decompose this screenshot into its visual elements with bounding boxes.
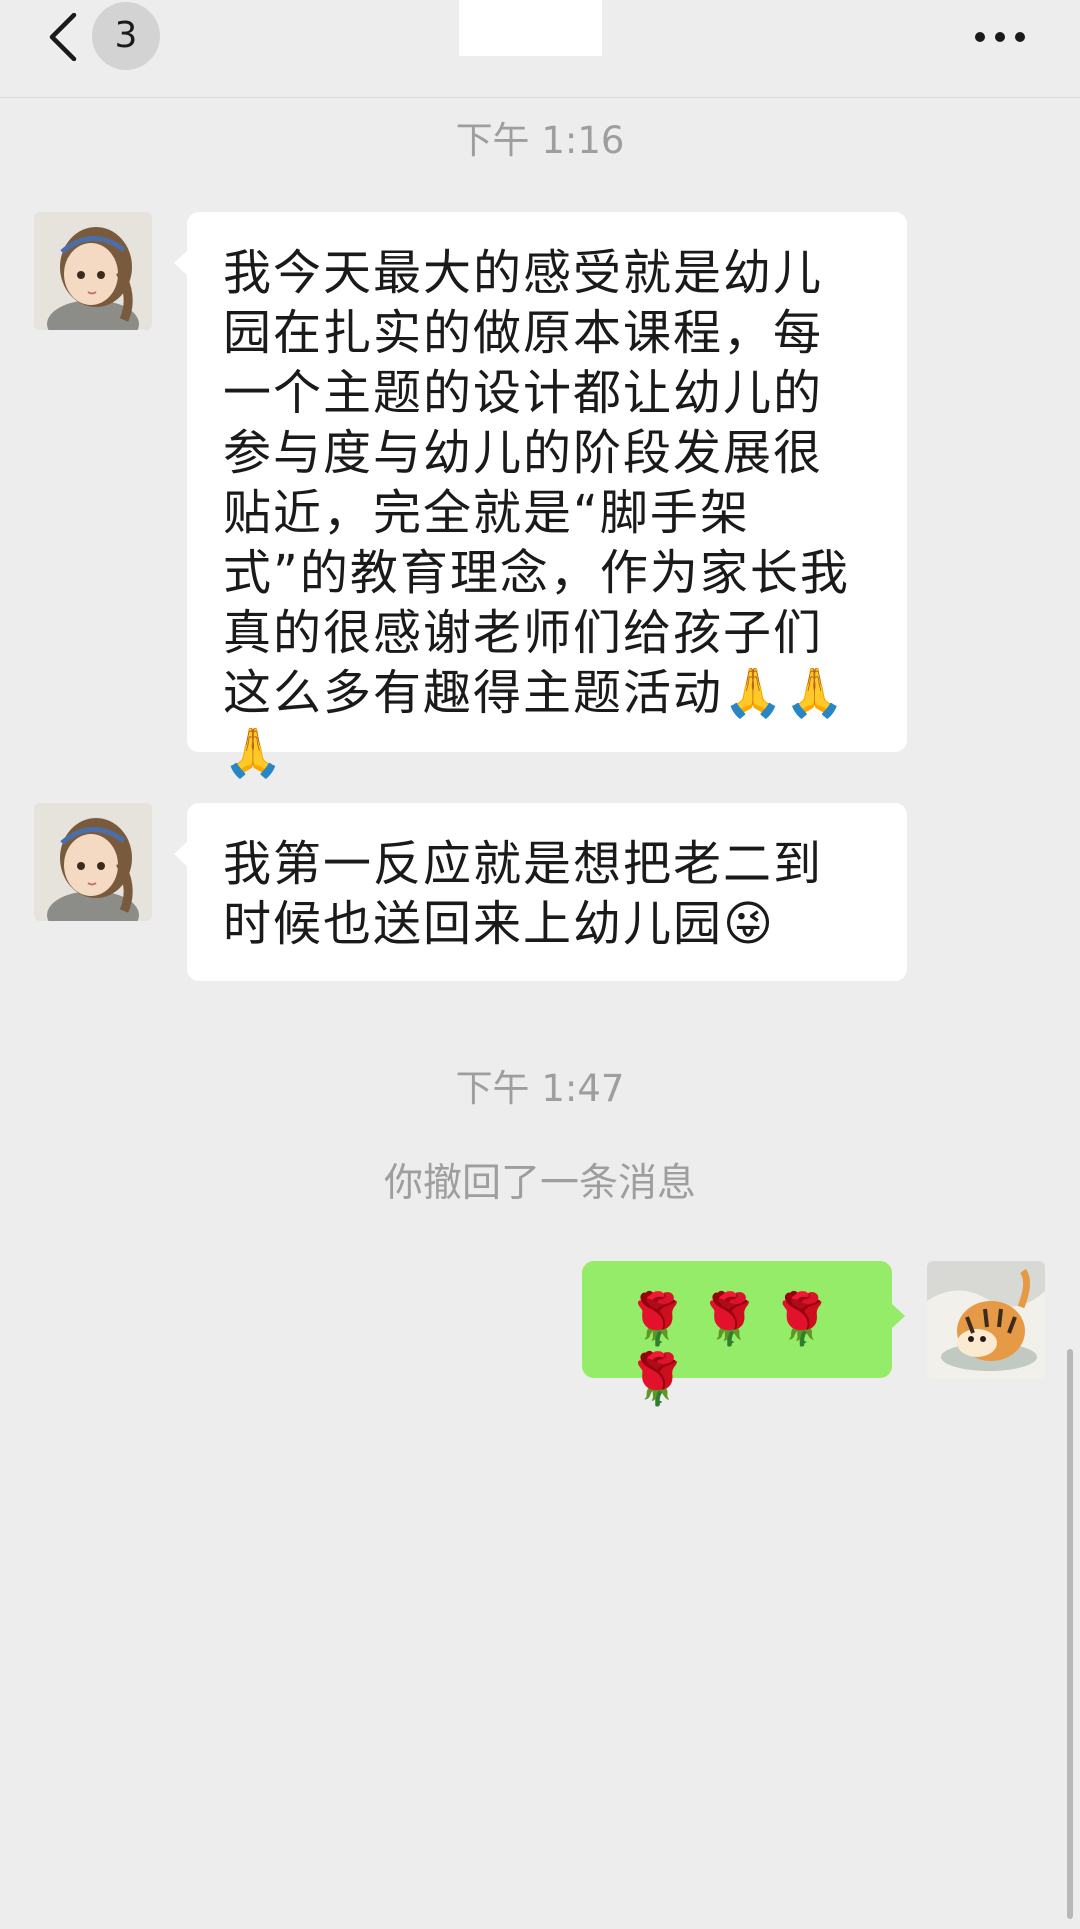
chat-title-redacted	[459, 0, 602, 56]
contact-avatar[interactable]	[34, 803, 152, 921]
contact-avatar[interactable]	[34, 212, 152, 330]
more-button[interactable]	[965, 10, 1035, 60]
recall-notice: 你撤回了一条消息	[383, 1161, 696, 1206]
message-bubble[interactable]: 我今天最大的感受就是幼儿园在扎实的做原本课程，每一个主题的设计都让幼儿的参与度与…	[174, 212, 907, 781]
chevron-left-icon	[49, 13, 77, 61]
message-text: 我第一反应就是想把老二到时候也送回来上幼儿园😜	[223, 836, 824, 952]
scrollbar[interactable]	[1067, 1349, 1073, 1919]
message-bubble[interactable]: 我第一反应就是想把老二到时候也送回来上幼儿园😜	[174, 803, 907, 981]
unread-count-badge[interactable]: 3	[92, 2, 160, 70]
timestamp: 下午 1:16	[455, 119, 625, 162]
timestamp: 下午 1:47	[455, 1067, 625, 1110]
sent-message-bubble[interactable]: 🌹🌹🌹🌹	[582, 1261, 905, 1408]
message-text: 我今天最大的感受就是幼儿园在扎实的做原本课程，每一个主题的设计都让幼儿的参与度与…	[223, 245, 850, 781]
back-button[interactable]	[38, 5, 88, 65]
message-text: 🌹🌹🌹🌹	[626, 1290, 843, 1408]
chat-header: 3	[0, 0, 1080, 98]
more-dots-icon	[975, 32, 985, 42]
my-avatar[interactable]	[927, 1261, 1045, 1379]
